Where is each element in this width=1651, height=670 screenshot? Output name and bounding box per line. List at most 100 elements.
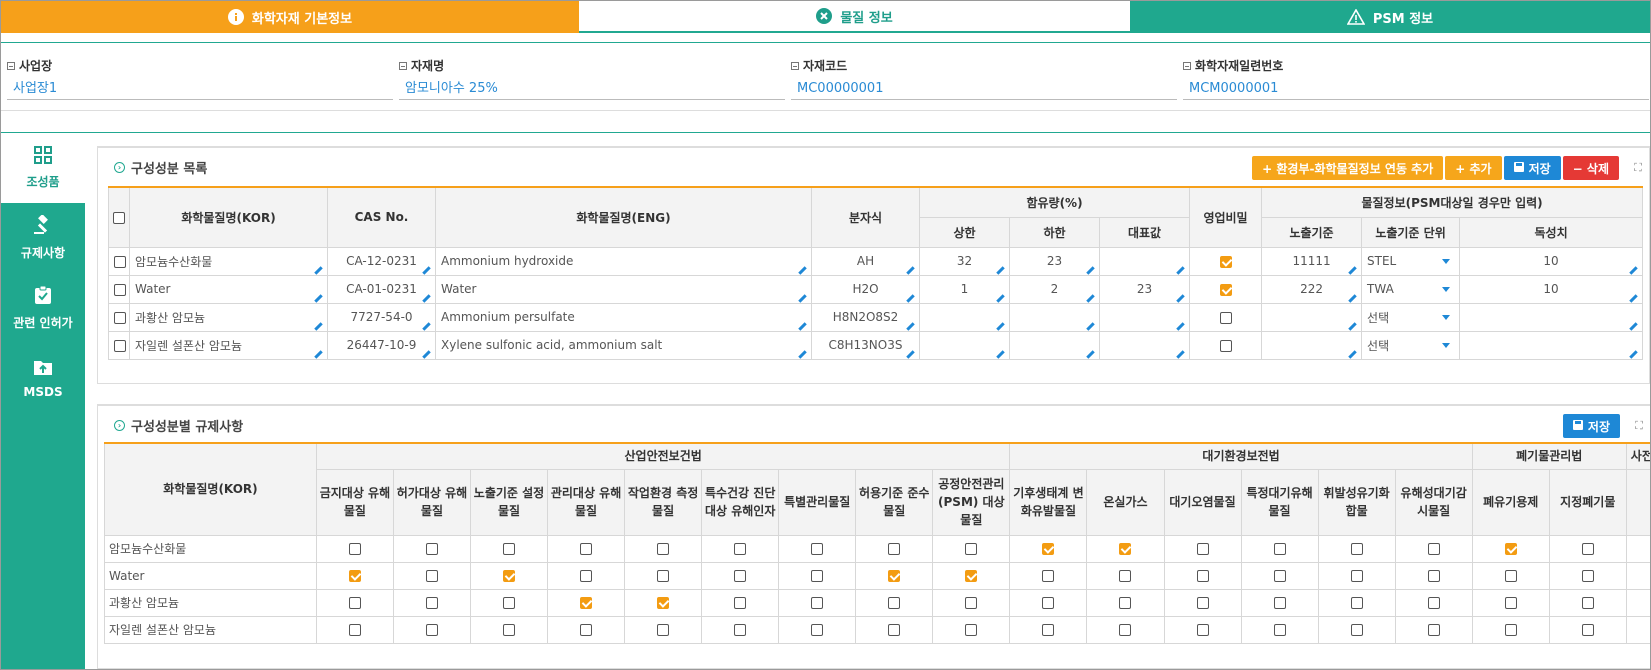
regulation-checkbox[interactable] <box>1119 570 1132 582</box>
regulation-checkbox[interactable] <box>888 624 901 636</box>
cell-exp[interactable] <box>1261 330 1363 360</box>
regulation-checkbox[interactable] <box>1581 597 1594 609</box>
regulation-check-cell[interactable] <box>624 561 703 590</box>
sidebar-item-regulation[interactable]: 규제사항 <box>1 203 85 273</box>
regulation-checkbox[interactable] <box>580 543 593 555</box>
secret-checkbox[interactable] <box>1219 339 1232 352</box>
regulation-check-cell[interactable] <box>701 588 780 617</box>
secret-checkbox[interactable] <box>1219 311 1232 324</box>
regulation-checkbox[interactable] <box>1427 543 1440 555</box>
serial-field[interactable]: 화학자재일련번호 MCM0000001 <box>1183 57 1649 105</box>
cell-kor[interactable]: 암모늄수산화물 <box>129 246 328 276</box>
regulation-checkbox[interactable] <box>888 543 901 555</box>
regulation-check-cell[interactable] <box>1240 615 1319 644</box>
regulation-checkbox[interactable] <box>1504 624 1517 636</box>
cell-eng[interactable]: Ammonium hydroxide <box>435 246 812 276</box>
regulation-check-cell[interactable] <box>1394 615 1473 644</box>
regulation-check-cell[interactable] <box>1317 561 1396 590</box>
regulation-check-cell[interactable] <box>315 615 394 644</box>
regulation-check-cell[interactable] <box>701 561 780 590</box>
site-value[interactable]: 사업장1 <box>7 80 393 100</box>
regulation-checkbox[interactable] <box>657 597 670 609</box>
regulation-checkbox[interactable] <box>1042 597 1055 609</box>
cell-eng[interactable]: Water <box>435 274 812 304</box>
regulation-checkbox[interactable] <box>734 543 747 555</box>
regulation-check-cell[interactable] <box>778 561 857 590</box>
cell-kor[interactable]: Water <box>129 274 328 304</box>
row-checkbox[interactable] <box>114 339 126 352</box>
cell-exp-unit-select[interactable]: 선택 <box>1361 330 1461 360</box>
regulation-check-cell[interactable] <box>624 615 703 644</box>
cell-secret[interactable] <box>1189 330 1263 360</box>
row-select-cell[interactable] <box>108 330 130 360</box>
delete-button[interactable]: − 삭제 <box>1562 156 1619 180</box>
sidebar-item-msds[interactable]: MSDS <box>1 343 85 413</box>
regulation-checkbox[interactable] <box>1427 570 1440 582</box>
regulation-check-cell[interactable] <box>1471 561 1550 590</box>
regulation-check-cell[interactable] <box>1009 534 1088 563</box>
sidebar-item-composition[interactable]: 조성품 <box>1 133 85 203</box>
cell-cas[interactable]: CA-01-0231 <box>327 274 436 304</box>
cell-lower[interactable]: 2 <box>1009 274 1100 304</box>
cell-cas[interactable]: CA-12-0231 <box>327 246 436 276</box>
regulation-checkbox[interactable] <box>1196 570 1209 582</box>
regulation-check-cell[interactable] <box>701 615 780 644</box>
sidebar-item-permits[interactable]: 관련 인허가 <box>1 273 85 343</box>
regulation-check-cell[interactable] <box>1394 534 1473 563</box>
regulation-check-cell[interactable] <box>932 561 1011 590</box>
regulation-checkbox[interactable] <box>1196 624 1209 636</box>
secret-checkbox[interactable] <box>1219 283 1232 296</box>
regulation-checkbox[interactable] <box>1042 624 1055 636</box>
regulation-checkbox[interactable] <box>1042 570 1055 582</box>
regulation-check-cell[interactable] <box>1471 534 1550 563</box>
cell-rep[interactable] <box>1098 246 1191 276</box>
cell-kor[interactable]: 과황산 암모늄 <box>129 302 328 332</box>
regulation-check-cell[interactable] <box>469 588 549 617</box>
regulation-checkbox[interactable] <box>965 624 978 636</box>
regulation-check-cell[interactable] <box>1471 588 1550 617</box>
regulation-check-cell[interactable] <box>1086 561 1165 590</box>
select-all-cell[interactable] <box>108 186 130 248</box>
regulation-checkbox[interactable] <box>1504 543 1517 555</box>
regulation-checkbox[interactable] <box>657 570 670 582</box>
regulation-check-cell[interactable] <box>1009 588 1088 617</box>
regulation-checkbox[interactable] <box>965 543 978 555</box>
regulation-check-cell[interactable] <box>1625 615 1650 644</box>
regulation-check-cell[interactable] <box>1086 615 1165 644</box>
cell-formula[interactable]: H8N2O8S2 <box>811 302 920 332</box>
regulation-checkbox[interactable] <box>580 597 593 609</box>
regulation-checkbox[interactable] <box>1350 624 1363 636</box>
regulation-checkbox[interactable] <box>425 597 438 609</box>
cell-secret[interactable] <box>1189 246 1263 276</box>
regulation-checkbox[interactable] <box>811 597 824 609</box>
regulation-check-cell[interactable] <box>932 588 1011 617</box>
regulation-check-cell[interactable] <box>1625 588 1650 617</box>
regulation-check-cell[interactable] <box>778 615 857 644</box>
regulation-check-cell[interactable] <box>1625 534 1650 563</box>
regulation-checkbox[interactable] <box>348 624 361 636</box>
regulation-checkbox[interactable] <box>503 543 515 555</box>
regulation-check-cell[interactable] <box>392 615 471 644</box>
cell-secret[interactable] <box>1189 274 1263 304</box>
regulation-checkbox[interactable] <box>888 597 901 609</box>
regulation-check-cell[interactable] <box>1009 561 1088 590</box>
regulation-check-cell[interactable] <box>1548 588 1627 617</box>
cell-exp[interactable]: 11111 <box>1261 246 1363 276</box>
add-button[interactable]: + 추가 <box>1445 156 1502 180</box>
regulation-check-cell[interactable] <box>315 588 394 617</box>
regulation-checkbox[interactable] <box>734 624 747 636</box>
cell-rep[interactable] <box>1098 302 1191 332</box>
regulation-check-cell[interactable] <box>392 534 471 563</box>
regulation-checkbox[interactable] <box>1350 543 1363 555</box>
regulation-check-cell[interactable] <box>1086 588 1165 617</box>
regulation-check-cell[interactable] <box>932 615 1011 644</box>
cell-formula[interactable]: H2O <box>811 274 920 304</box>
row-select-cell[interactable] <box>108 302 130 332</box>
row-checkbox[interactable] <box>114 311 126 324</box>
regulation-checkbox[interactable] <box>1581 624 1594 636</box>
tab-material-info[interactable]: 물질 정보 <box>579 1 1130 33</box>
material-code-field[interactable]: 자재코드 MC00000001 <box>791 57 1177 105</box>
regulation-checkbox[interactable] <box>503 597 515 609</box>
cell-formula[interactable]: C8H13NO3S <box>811 330 920 360</box>
cell-cas[interactable]: 26447-10-9 <box>327 330 436 360</box>
